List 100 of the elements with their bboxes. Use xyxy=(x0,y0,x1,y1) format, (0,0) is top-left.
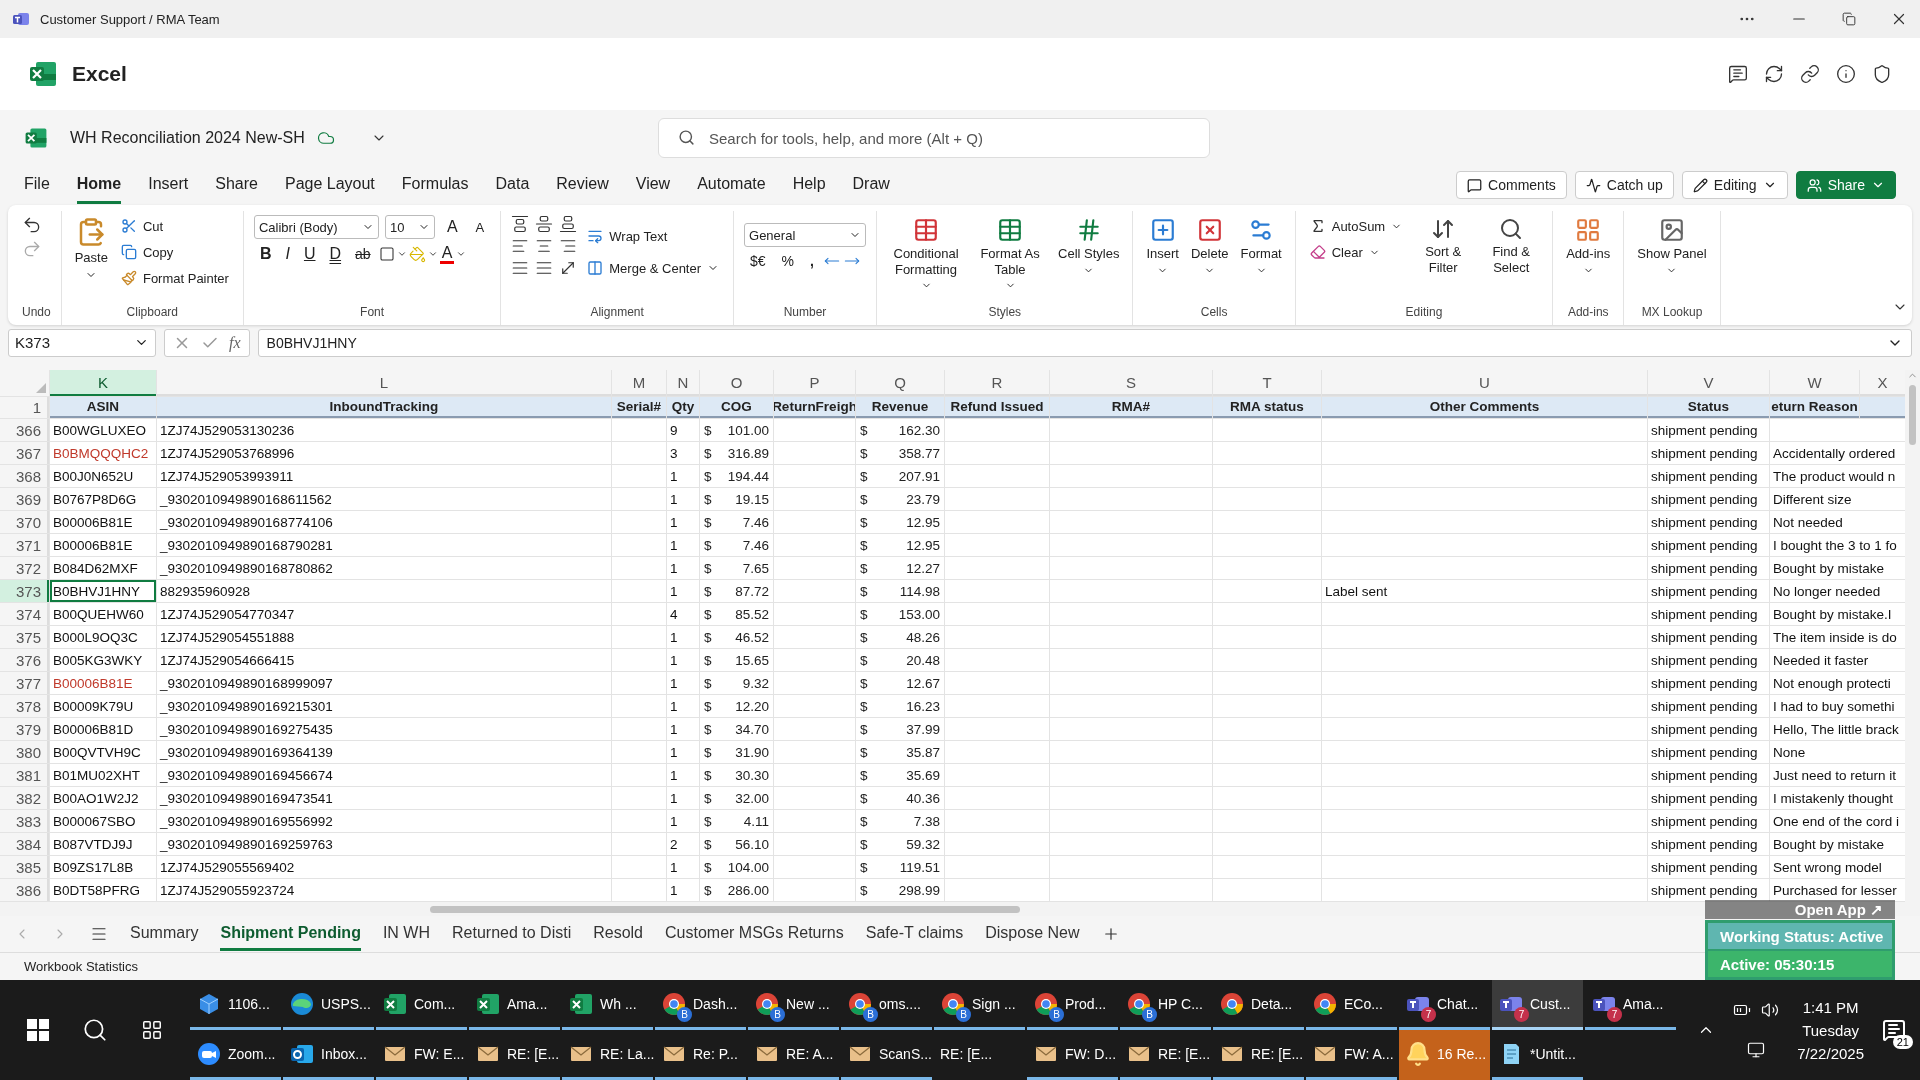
taskbar-item[interactable]: FW: A... xyxy=(1306,1030,1397,1080)
comments-button[interactable]: Comments xyxy=(1456,171,1567,199)
taskbar-item[interactable]: B Sign ... xyxy=(934,980,1025,1030)
name-box[interactable]: K373 xyxy=(8,328,156,357)
search-icon[interactable] xyxy=(82,1017,108,1043)
align-right-icon[interactable] xyxy=(559,237,578,255)
menu-tab[interactable]: Automate xyxy=(697,166,766,204)
decrease-indent-icon[interactable] xyxy=(511,259,530,277)
sheet-tab[interactable]: Resold xyxy=(593,917,643,951)
grow-font-button[interactable]: A xyxy=(440,216,464,238)
menu-tab[interactable]: View xyxy=(635,166,671,204)
conditional-formatting-button[interactable]: Conditional Formatting xyxy=(887,215,966,294)
taskbar-item[interactable]: B oms.... xyxy=(841,980,932,1030)
sort-filter-button[interactable]: Sort & Filter xyxy=(1412,215,1475,278)
function-label[interactable]: fx xyxy=(229,333,241,352)
sheet-tab[interactable]: Dispose New xyxy=(985,917,1080,951)
undo-icon[interactable] xyxy=(22,215,42,235)
open-app-button[interactable]: Open App ↗ xyxy=(1705,900,1895,919)
font-name-dropdown[interactable]: Calibri (Body) xyxy=(253,215,379,239)
underline-button[interactable]: U xyxy=(297,243,322,265)
column-letter[interactable]: U xyxy=(1322,370,1647,396)
taskbar-item[interactable]: Re: P... xyxy=(655,1030,746,1080)
taskbar-item[interactable]: B HP C... xyxy=(1120,980,1211,1030)
column-letter[interactable]: S xyxy=(1050,370,1212,396)
link-icon[interactable] xyxy=(1800,64,1820,84)
bold-button[interactable]: B xyxy=(253,243,278,265)
menu-tab[interactable]: Help xyxy=(792,166,826,204)
number-format-dropdown[interactable]: General xyxy=(744,223,867,247)
menu-tab[interactable]: Data xyxy=(495,166,530,204)
column-letter[interactable]: L xyxy=(157,370,611,396)
copy-button[interactable]: Copy xyxy=(116,241,233,263)
show-panel-button[interactable]: Show Panel xyxy=(1634,215,1710,278)
editing-button[interactable]: Editing xyxy=(1681,171,1788,199)
document-title[interactable]: WH Reconciliation 2024 New-SH xyxy=(70,128,305,147)
column-letter[interactable]: P xyxy=(774,370,855,396)
wrap-text-button[interactable]: Wrap Text xyxy=(583,225,724,247)
taskbar-item[interactable]: B Prod... xyxy=(1027,980,1118,1030)
column-letter[interactable]: T xyxy=(1213,370,1321,396)
column-letter[interactable]: M xyxy=(612,370,666,396)
sheet-tab[interactable]: Summary xyxy=(130,917,199,951)
column-letter[interactable]: V xyxy=(1648,370,1769,396)
cut-button[interactable]: Cut xyxy=(116,215,233,237)
align-left-icon[interactable] xyxy=(511,237,530,255)
refresh-icon[interactable] xyxy=(1764,64,1784,84)
menu-tab[interactable]: Formulas xyxy=(401,166,469,204)
italic-button[interactable]: I xyxy=(279,243,296,265)
delete-button[interactable]: Delete xyxy=(1187,215,1232,278)
catch-up-button[interactable]: Catch up xyxy=(1574,171,1674,199)
menu-tab[interactable]: Review xyxy=(556,166,609,204)
taskbar-item[interactable]: USPS... xyxy=(283,980,374,1030)
font-color-button[interactable]: A xyxy=(439,243,455,265)
column-letter[interactable]: O xyxy=(700,370,773,396)
taskbar-item[interactable]: 7 Ama... xyxy=(1585,980,1676,1030)
taskbar-item[interactable]: Deta... xyxy=(1213,980,1304,1030)
taskbar-item[interactable]: Zoom... xyxy=(190,1030,281,1080)
speaker-icon[interactable] xyxy=(1761,1001,1780,1019)
taskbar-item[interactable]: RE: [E... xyxy=(469,1030,560,1080)
taskbar-item[interactable]: RE: [E... xyxy=(1213,1030,1304,1080)
taskbar-item[interactable]: Inbox... xyxy=(283,1030,374,1080)
taskbar-item[interactable]: RE: [E... xyxy=(1120,1030,1211,1080)
taskbar-item[interactable]: B Dash... xyxy=(655,980,746,1030)
format-painter-button[interactable]: Format Painter xyxy=(116,267,233,289)
sheet-tab[interactable]: Returned to Disti xyxy=(452,917,572,951)
taskbar-item[interactable]: ECo... xyxy=(1306,980,1397,1030)
borders-icon[interactable] xyxy=(378,246,395,262)
paste-button[interactable]: Paste xyxy=(71,215,111,283)
task-view-icon[interactable] xyxy=(141,1019,164,1041)
cell-styles-button[interactable]: Cell Styles xyxy=(1055,215,1123,278)
menu-tab[interactable]: File xyxy=(24,166,50,204)
align-bottom-icon[interactable] xyxy=(559,215,578,233)
accounting-format-button[interactable]: $€ xyxy=(744,251,772,271)
shrink-font-button[interactable]: A xyxy=(469,217,491,237)
windows-logo-icon[interactable] xyxy=(26,1019,49,1041)
taskbar-item[interactable]: FW: E... xyxy=(376,1030,467,1080)
align-top-icon[interactable] xyxy=(511,215,530,233)
menu-tab[interactable]: Insert xyxy=(148,166,189,204)
autosum-button[interactable]: AutoSum xyxy=(1305,215,1407,237)
format-button[interactable]: Format xyxy=(1237,215,1285,278)
merge-center-button[interactable]: Merge & Center xyxy=(583,257,724,279)
taskbar-item[interactable]: RE: La... xyxy=(562,1030,653,1080)
column-letter[interactable]: N xyxy=(667,370,699,396)
sheet-tab[interactable]: Customer MSGs Returns xyxy=(665,917,844,951)
shield-icon[interactable] xyxy=(1872,64,1892,84)
align-center-icon[interactable] xyxy=(535,237,554,255)
chat-icon[interactable] xyxy=(1728,64,1748,84)
menu-icon[interactable] xyxy=(90,925,108,943)
comma-style-button[interactable]: , xyxy=(804,251,820,271)
taskbar-item[interactable]: *Untit... xyxy=(1492,1030,1583,1080)
scrollbar-thumb[interactable] xyxy=(430,905,1020,913)
taskbar-item[interactable]: Com... xyxy=(376,980,467,1030)
column-letter[interactable]: X xyxy=(1860,370,1905,396)
menu-tab[interactable]: Share xyxy=(215,166,258,204)
taskbar-item[interactable]: 1106... xyxy=(190,980,281,1030)
strikethrough-button[interactable]: ab xyxy=(349,244,377,264)
column-letter[interactable]: W xyxy=(1770,370,1859,396)
column-letter[interactable]: R xyxy=(945,370,1049,396)
font-size-dropdown[interactable]: 10 xyxy=(384,215,435,239)
format-as-table-button[interactable]: Format As Table xyxy=(971,215,1050,294)
sheet-tab[interactable]: Safe-T claims xyxy=(865,917,964,951)
taskbar-item[interactable]: 16 Re... xyxy=(1399,1030,1490,1080)
